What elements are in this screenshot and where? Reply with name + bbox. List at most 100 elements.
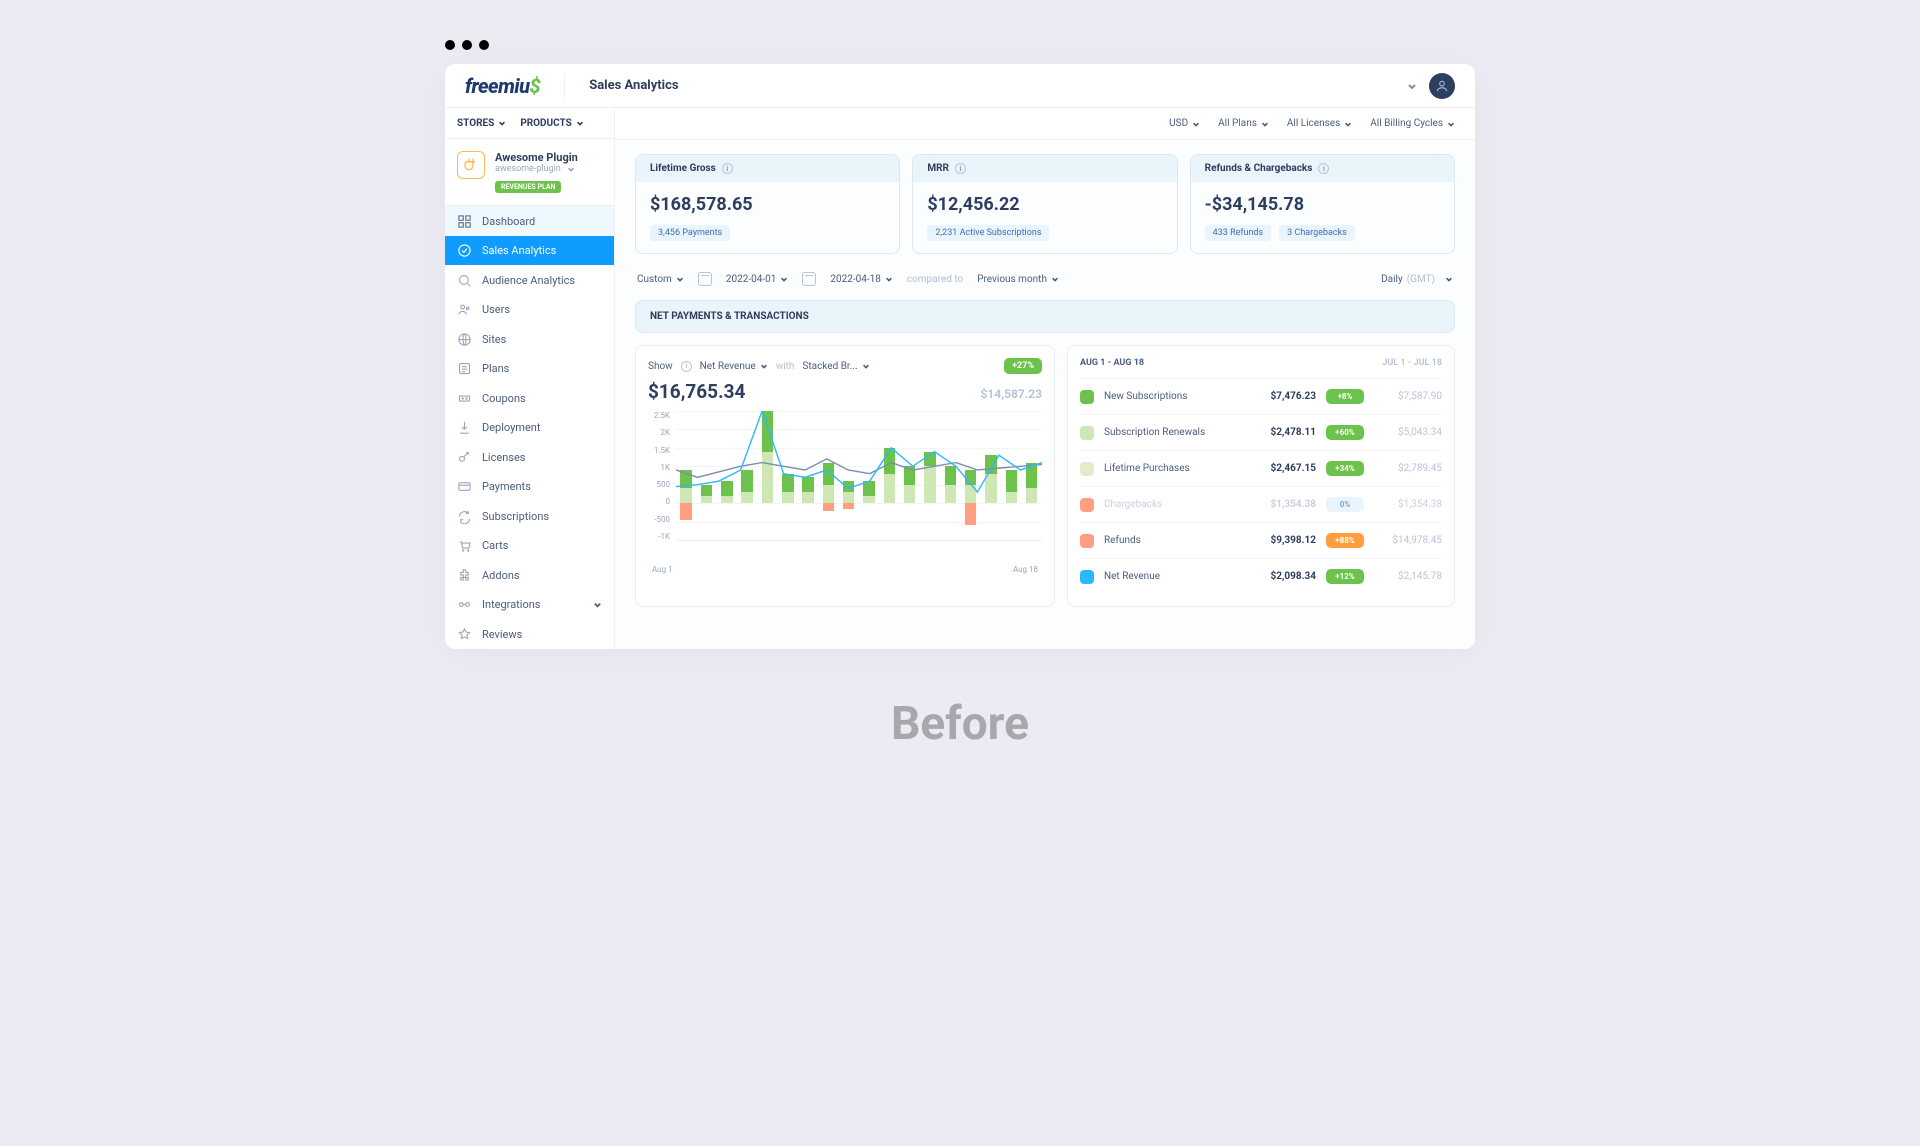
y-tick: 2K	[648, 428, 670, 437]
chart-bar[interactable]	[922, 411, 938, 540]
nav-licenses[interactable]: Licenses	[445, 442, 614, 472]
billing-filter[interactable]: All Billing Cycles	[1370, 118, 1455, 129]
logo[interactable]: freemiu$	[465, 74, 540, 98]
metric-select[interactable]: Net Revenue	[700, 361, 768, 372]
info-icon[interactable]: i	[722, 163, 733, 174]
x-start: Aug 1	[652, 565, 673, 574]
with-label: with	[776, 361, 795, 372]
color-swatch	[1080, 390, 1094, 404]
addons-icon	[457, 568, 472, 583]
chart-bar[interactable]	[902, 411, 918, 540]
nav-deployment[interactable]: Deployment	[445, 413, 614, 443]
plugin-plan-badge: REVENUES PLAN	[495, 181, 561, 193]
chart-bar[interactable]	[800, 411, 816, 540]
change-badge: +88%	[1326, 533, 1364, 548]
plugin-name: Awesome Plugin	[495, 151, 602, 164]
topbar-menu-chevron[interactable]	[1407, 81, 1417, 91]
chart-panel: Show i Net Revenue with Stacked Br... +2…	[635, 345, 1055, 607]
nav-subscriptions[interactable]: Subscriptions	[445, 501, 614, 531]
range-prev: JUL 1 - JUL 18	[1382, 358, 1442, 368]
kpi-tag: 3,456 Payments	[650, 225, 730, 241]
metric-row[interactable]: Lifetime Purchases$2,467.15+34%$2,789.45	[1080, 450, 1442, 486]
kpi-card: MRRi$12,456.222,231 Active Subscriptions	[912, 154, 1177, 254]
metric-row[interactable]: Net Revenue$2,098.34+12%$2,145.78	[1080, 558, 1442, 594]
plans-filter[interactable]: All Plans	[1218, 118, 1269, 129]
chart-bar[interactable]	[678, 411, 694, 540]
chart-value-compare: $14,587.23	[980, 387, 1042, 401]
avatar[interactable]	[1429, 73, 1455, 99]
chart-bar[interactable]	[719, 411, 735, 540]
y-tick: 2.5K	[648, 411, 670, 420]
kpi-card: Refunds & Chargebacksi-$34,145.78433 Ref…	[1190, 154, 1455, 254]
chart-bar[interactable]	[780, 411, 796, 540]
range-current: AUG 1 - AUG 18	[1080, 358, 1144, 368]
dashboard-icon	[457, 214, 472, 229]
info-icon[interactable]: i	[681, 361, 692, 372]
info-icon[interactable]: i	[955, 163, 966, 174]
stores-dropdown[interactable]: STORES	[457, 118, 506, 129]
nav-users[interactable]: Users	[445, 295, 614, 325]
metric-row[interactable]: Refunds$9,398.12+88%$14,978.45	[1080, 522, 1442, 558]
metric-row[interactable]: New Subscriptions$7,476.23+8%$7,587.90	[1080, 378, 1442, 414]
info-icon[interactable]: i	[1318, 163, 1329, 174]
date-range-row: Custom 2022-04-01 2022-04-18 compared to…	[635, 268, 1455, 300]
nav-sites[interactable]: Sites	[445, 324, 614, 354]
chart-bar[interactable]	[739, 411, 755, 540]
chart-bar[interactable]	[942, 411, 958, 540]
y-tick: -1K	[648, 532, 670, 541]
chart-bar[interactable]	[881, 411, 897, 540]
caption: Before	[891, 697, 1029, 751]
chart-bar[interactable]	[820, 411, 836, 540]
products-dropdown[interactable]: PRODUCTS	[520, 118, 584, 129]
nav-addons[interactable]: Addons	[445, 560, 614, 590]
chart-bar[interactable]	[841, 411, 857, 540]
plugin-selector-chevron[interactable]	[567, 165, 575, 173]
currency-filter[interactable]: USD	[1169, 118, 1200, 129]
change-badge: +8%	[1326, 389, 1364, 404]
change-badge: +12%	[1326, 569, 1364, 584]
nav-integrations[interactable]: Integrations	[445, 590, 614, 620]
change-badge: +60%	[1326, 425, 1364, 440]
nav: DashboardSales AnalyticsAudience Analyti…	[445, 206, 614, 649]
chart-bar[interactable]	[983, 411, 999, 540]
date-to[interactable]: 2022-04-18	[830, 274, 893, 285]
range-mode[interactable]: Custom	[637, 274, 684, 285]
change-badge: +34%	[1326, 461, 1364, 476]
chart-bar[interactable]	[1003, 411, 1019, 540]
chart-bar[interactable]	[759, 411, 775, 540]
nav-sales-analytics[interactable]: Sales Analytics	[445, 236, 614, 266]
reviews-icon	[457, 627, 472, 642]
metric-row[interactable]: Chargebacks$1,354.380%$1,354.38	[1080, 486, 1442, 522]
main-content: USD All Plans All Licenses All Billing C…	[615, 108, 1475, 649]
licenses-filter[interactable]: All Licenses	[1287, 118, 1352, 129]
nav-dashboard[interactable]: Dashboard	[445, 206, 614, 236]
nav-carts[interactable]: Carts	[445, 531, 614, 561]
nav-plans[interactable]: Plans	[445, 354, 614, 384]
sites-icon	[457, 332, 472, 347]
nav-audience-analytics[interactable]: Audience Analytics	[445, 265, 614, 295]
compare-range[interactable]: Previous month	[977, 274, 1059, 285]
chart-bar[interactable]	[1024, 411, 1040, 540]
chart-bar[interactable]	[698, 411, 714, 540]
chart: 2.5K2K1.5K1K5000-500-1K	[648, 411, 1042, 561]
calendar-icon[interactable]	[698, 272, 712, 286]
calendar-icon[interactable]	[802, 272, 816, 286]
granularity[interactable]: Daily (GMT)	[1381, 274, 1453, 285]
nav-reviews[interactable]: Reviews	[445, 619, 614, 649]
date-from[interactable]: 2022-04-01	[726, 274, 789, 285]
metric-row[interactable]: Subscription Renewals$2,478.11+60%$5,043…	[1080, 414, 1442, 450]
kpi-tag: 2,231 Active Subscriptions	[927, 225, 1049, 241]
y-tick: 1.5K	[648, 446, 670, 455]
filter-bar: USD All Plans All Licenses All Billing C…	[615, 108, 1475, 140]
window-dots	[445, 40, 1475, 50]
kpi-card: Lifetime Grossi$168,578.653,456 Payments	[635, 154, 900, 254]
page-title: Sales Analytics	[589, 78, 678, 93]
chart-bar[interactable]	[861, 411, 877, 540]
nav-payments[interactable]: Payments	[445, 472, 614, 502]
breakdown-select[interactable]: Stacked Br...	[802, 361, 869, 372]
chart-bar[interactable]	[963, 411, 979, 540]
color-swatch	[1080, 426, 1094, 440]
nav-coupons[interactable]: Coupons	[445, 383, 614, 413]
y-tick: 1K	[648, 463, 670, 472]
plugin-slug: awesome-plugin	[495, 164, 561, 174]
